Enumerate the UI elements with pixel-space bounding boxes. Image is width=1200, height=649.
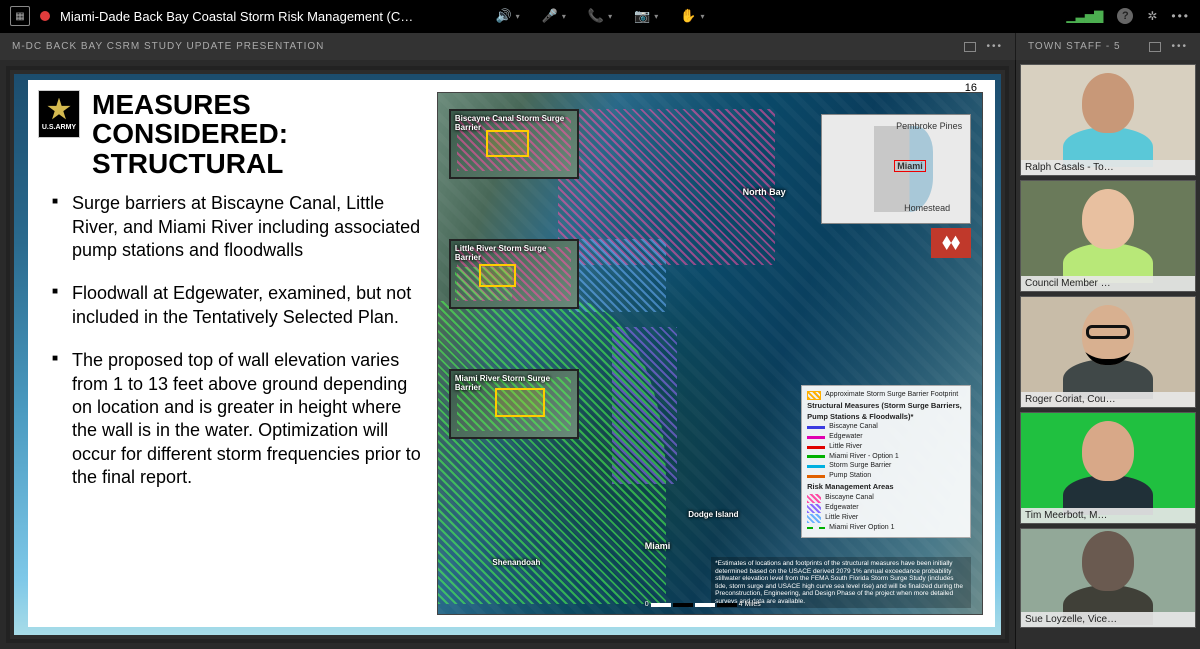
us-army-logo-icon: U.S.ARMY bbox=[38, 90, 80, 138]
panel-options-icon[interactable]: ••• bbox=[986, 41, 1003, 52]
participant-name: Tim Meerbott, M… bbox=[1021, 508, 1195, 523]
usace-logo-icon bbox=[931, 228, 971, 258]
mic-icon[interactable]: 🎤▾ bbox=[542, 8, 566, 24]
locator-map: Pembroke Pines Miami Homestead bbox=[821, 114, 971, 224]
camera-icon[interactable]: 📷▾ bbox=[634, 8, 658, 24]
help-icon[interactable]: ? bbox=[1117, 8, 1133, 24]
map-place-label: Dodge Island bbox=[688, 510, 738, 519]
presentation-panel-title: M-DC BACK BAY CSRM STUDY UPDATE PRESENTA… bbox=[12, 41, 324, 52]
participant-tile[interactable]: Sue Loyzelle, Vice… bbox=[1020, 528, 1196, 628]
locator-label: Homestead bbox=[904, 203, 950, 213]
legend-item: Storm Surge Barrier bbox=[829, 462, 891, 471]
legend-item: Miami River - Option 1 bbox=[829, 453, 899, 462]
participant-tile[interactable]: Tim Meerbott, M… bbox=[1020, 412, 1196, 524]
legend-item: Pump Station bbox=[829, 472, 871, 481]
map-inset-little-river: Little River Storm Surge Barrier bbox=[449, 239, 579, 309]
panel-header-row: M-DC BACK BAY CSRM STUDY UPDATE PRESENTA… bbox=[0, 32, 1200, 60]
audio-icon[interactable]: 🔊▾ bbox=[495, 8, 519, 24]
map-inset-label: Biscayne Canal Storm Surge Barrier bbox=[453, 113, 575, 133]
slide-title: MEASURES CONSIDERED: STRUCTURAL bbox=[92, 90, 427, 178]
slide: U.S.ARMY MEASURES CONSIDERED: STRUCTURAL… bbox=[28, 80, 995, 627]
legend-item: Approximate Storm Surge Barrier Footprin… bbox=[825, 391, 958, 400]
signal-strength-icon: ▁▃▅▇ bbox=[1066, 9, 1103, 23]
map-place-label: North Bay bbox=[743, 187, 786, 197]
map-inset-label: Little River Storm Surge Barrier bbox=[453, 243, 575, 263]
slide-bullet: Floodwall at Edgewater, examined, but no… bbox=[52, 282, 425, 329]
settings-icon[interactable]: ✲ bbox=[1147, 9, 1157, 23]
map-inset-miami-river: Miami River Storm Surge Barrier bbox=[449, 369, 579, 439]
slide-title-line: STRUCTURAL bbox=[92, 149, 427, 178]
locator-label: Pembroke Pines bbox=[896, 121, 962, 131]
participant-tile[interactable]: Council Member … bbox=[1020, 180, 1196, 292]
participants-panel-header: TOWN STAFF - 5 ••• bbox=[1015, 33, 1200, 60]
legend-item: Edgewater bbox=[829, 433, 862, 442]
legend-item: Edgewater bbox=[825, 504, 858, 513]
slide-bullets: Surge barriers at Biscayne Canal, Little… bbox=[38, 178, 427, 489]
participant-name: Roger Coriat, Cou… bbox=[1021, 392, 1195, 407]
phone-icon[interactable]: 📞▾ bbox=[588, 8, 612, 24]
participant-tile[interactable]: Roger Coriat, Cou… bbox=[1020, 296, 1196, 408]
raise-hand-icon[interactable]: ✋▾ bbox=[680, 8, 704, 24]
legend-item: Miami River Option 1 bbox=[829, 524, 894, 533]
map-legend: Approximate Storm Surge Barrier Footprin… bbox=[801, 385, 971, 539]
slide-bullet: The proposed top of wall elevation varie… bbox=[52, 349, 425, 489]
participant-name: Sue Loyzelle, Vice… bbox=[1021, 612, 1195, 627]
meeting-top-bar: ▦ Miami-Dade Back Bay Coastal Storm Risk… bbox=[0, 0, 1200, 32]
map-inset-biscayne: Biscayne Canal Storm Surge Barrier bbox=[449, 109, 579, 179]
participants-options-icon[interactable]: ••• bbox=[1171, 41, 1188, 52]
slide-bullet: Surge barriers at Biscayne Canal, Little… bbox=[52, 192, 425, 262]
recording-indicator-icon bbox=[40, 11, 50, 21]
more-menu-icon[interactable]: ••• bbox=[1171, 9, 1190, 23]
map-scalebar: 0 4 Miles bbox=[645, 601, 761, 608]
legend-item: Biscayne Canal bbox=[829, 423, 878, 432]
slide-title-line: CONSIDERED: bbox=[92, 119, 427, 148]
legend-item: Little River bbox=[829, 443, 862, 452]
locator-label: Miami bbox=[894, 160, 926, 172]
participant-tile[interactable]: Ralph Casals - To… bbox=[1020, 64, 1196, 176]
presentation-area: U.S.ARMY MEASURES CONSIDERED: STRUCTURAL… bbox=[0, 60, 1015, 649]
expand-participants-icon[interactable] bbox=[1149, 42, 1161, 52]
legend-item: Little River bbox=[825, 514, 858, 523]
map-place-label: Miami bbox=[645, 541, 671, 551]
legend-item: Biscayne Canal bbox=[825, 494, 874, 503]
meeting-title: Miami-Dade Back Bay Coastal Storm Risk M… bbox=[60, 9, 413, 24]
map-image: Biscayne Canal Storm Surge Barrier Littl… bbox=[437, 92, 983, 615]
participants-panel-title: TOWN STAFF - 5 bbox=[1028, 41, 1121, 52]
app-icon[interactable]: ▦ bbox=[10, 6, 30, 26]
legend-section-title: Risk Management Areas bbox=[807, 482, 893, 491]
slide-title-line: MEASURES bbox=[92, 90, 427, 119]
participant-name: Ralph Casals - To… bbox=[1021, 160, 1195, 175]
map-inset-label: Miami River Storm Surge Barrier bbox=[453, 373, 575, 393]
scalebar-end-label: 4 Miles bbox=[739, 601, 761, 608]
participants-panel: Ralph Casals - To… Council Member … Roger … bbox=[1015, 60, 1200, 649]
participant-name: Council Member … bbox=[1021, 276, 1195, 291]
legend-section-title: Structural Measures (Storm Surge Barrier… bbox=[807, 401, 962, 421]
expand-panel-icon[interactable] bbox=[964, 42, 976, 52]
us-army-label: U.S.ARMY bbox=[42, 124, 76, 131]
presentation-panel-header: M-DC BACK BAY CSRM STUDY UPDATE PRESENTA… bbox=[0, 33, 1015, 60]
map-place-label: Shenandoah bbox=[492, 558, 540, 567]
